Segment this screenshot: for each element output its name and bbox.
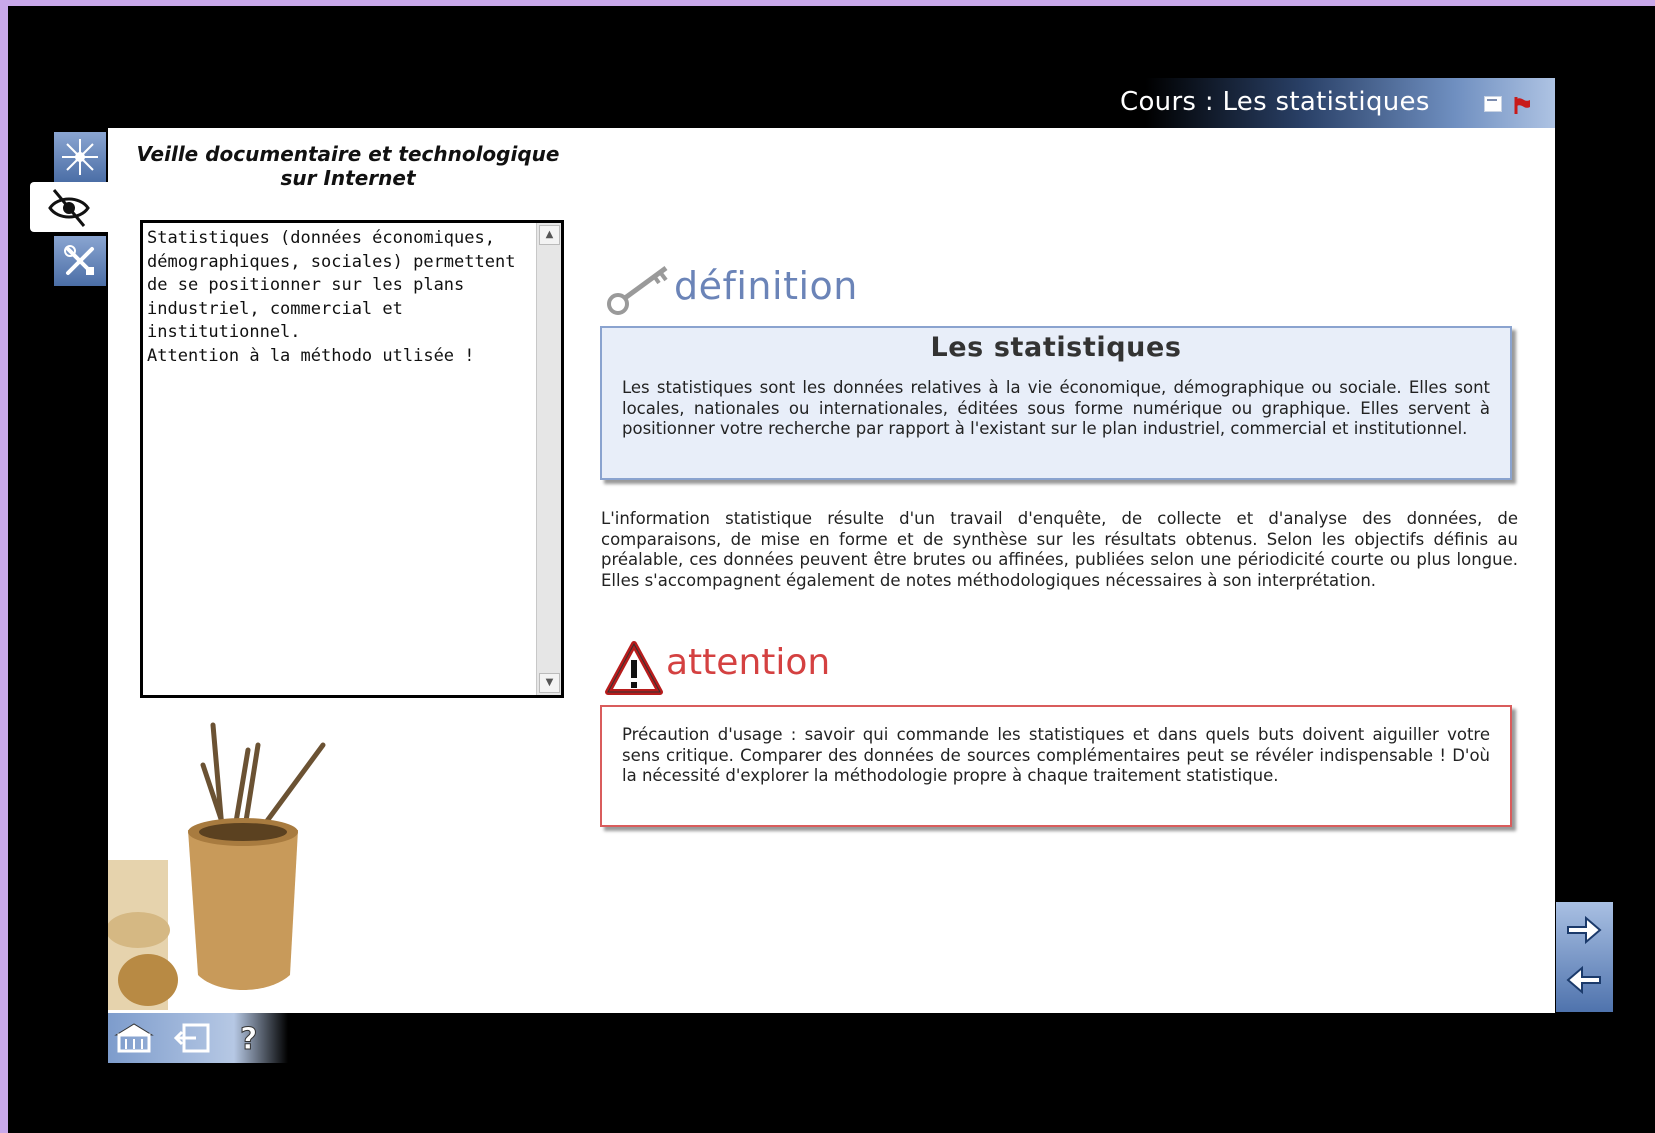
body-paragraph: L'information statistique résulte d'un t… (601, 509, 1518, 590)
help-button[interactable]: ? (232, 1021, 272, 1058)
pencil-cup-illustration (108, 722, 326, 1010)
scroll-up-button[interactable]: ▲ (539, 225, 560, 245)
next-page-button[interactable] (1564, 910, 1604, 954)
tools-icon (64, 245, 94, 275)
svg-text:?: ? (240, 1022, 257, 1055)
warning-icon (605, 641, 663, 695)
definition-title: Les statistiques (930, 332, 1182, 363)
previous-page-button[interactable] (1564, 960, 1604, 1004)
notes-scrollbar[interactable]: ▲ ▼ (536, 223, 561, 695)
exit-icon (173, 1023, 210, 1053)
attention-label: attention (666, 642, 831, 683)
definition-text: Les statistiques sont les données relati… (622, 378, 1490, 438)
notes-text[interactable]: Statistiques (données économiques, démog… (147, 227, 531, 689)
bottom-toolbar: ? (108, 1013, 288, 1063)
document-title: Veille documentaire et technologique sur… (136, 142, 560, 190)
arrow-left-icon (1566, 965, 1601, 995)
attention-box: Précaution d'usage : savoir qui commande… (600, 705, 1512, 827)
exit-button[interactable] (173, 1021, 214, 1055)
home-button[interactable] (114, 1021, 154, 1055)
attention-text: Précaution d'usage : savoir qui commande… (622, 725, 1490, 785)
eye-icon (48, 189, 90, 227)
definition-heading: définition (604, 258, 857, 318)
left-navigation (30, 128, 108, 298)
definition-box: Les statistiques Les statistiques sont l… (600, 326, 1512, 480)
arrow-right-icon (1567, 915, 1602, 945)
home-menu-icon (114, 1023, 154, 1053)
scroll-down-button[interactable]: ▼ (539, 673, 560, 693)
window-title: Cours : Les statistiques (1120, 87, 1430, 117)
close-icon (1514, 97, 1530, 114)
window-border-top (0, 0, 1655, 6)
definition-label: définition (674, 264, 858, 308)
nav-tools-button[interactable] (54, 236, 106, 286)
compass-star-icon (62, 139, 98, 175)
page-navigation (1556, 902, 1613, 1012)
window-border-left (0, 0, 8, 1133)
minimize-button[interactable] (1482, 94, 1504, 114)
title-bar: Cours : Les statistiques (1100, 78, 1555, 128)
nav-compass-button[interactable] (54, 132, 106, 182)
help-icon: ? (240, 1022, 258, 1058)
close-button[interactable] (1512, 94, 1534, 114)
attention-heading: attention (604, 640, 830, 698)
nav-view-button[interactable] (30, 182, 108, 232)
notes-textarea[interactable]: Statistiques (données économiques, démog… (140, 220, 564, 698)
key-icon (607, 265, 668, 315)
